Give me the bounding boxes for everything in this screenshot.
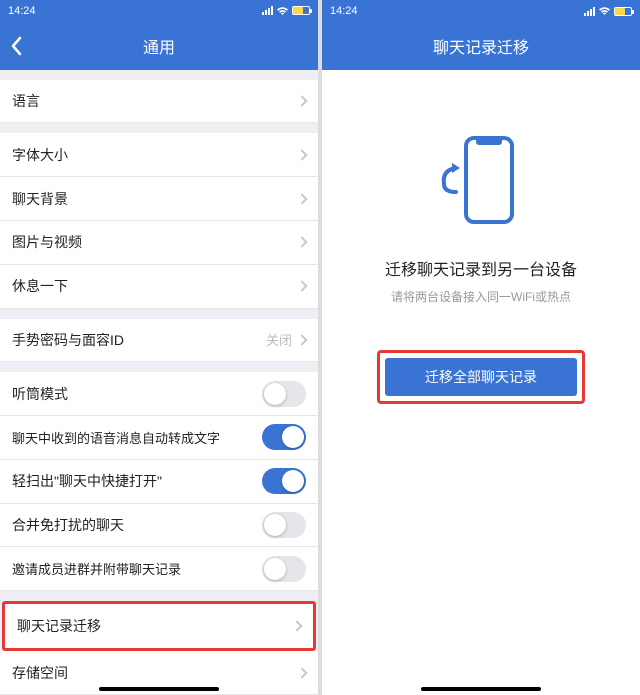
row-label: 字体大小	[12, 145, 68, 165]
row-value: 关闭	[266, 330, 292, 349]
toggle-auto-transcribe[interactable]	[262, 424, 306, 450]
wifi-icon	[276, 6, 289, 16]
migrate-heading: 迁移聊天记录到另一台设备	[385, 256, 577, 280]
chevron-right-icon	[296, 280, 307, 291]
row-chat-migration[interactable]: 聊天记录迁移	[5, 604, 313, 648]
chevron-right-icon	[296, 667, 307, 678]
row-font-size[interactable]: 字体大小	[0, 133, 318, 177]
row-invite-with-history: 邀请成员进群并附带聊天记录	[0, 547, 318, 591]
device-transfer-icon	[436, 130, 526, 230]
row-image-video[interactable]: 图片与视频	[0, 221, 318, 265]
row-receiver-mode: 听筒模式	[0, 372, 318, 416]
row-label: 聊天背景	[12, 189, 68, 209]
signal-icon	[262, 6, 273, 15]
status-bar: 14:24	[0, 0, 318, 22]
row-quick-open: 轻扫出"聊天中快捷打开"	[0, 460, 318, 504]
nav-header: 通用	[0, 22, 318, 70]
status-indicators	[584, 6, 632, 16]
battery-icon	[292, 6, 310, 15]
right-screenshot: 14:24 聊天记录迁移 迁移聊天记录到另一台设备 请将两台设备接入同一WiFi…	[322, 0, 640, 695]
row-label: 聊天记录迁移	[17, 616, 101, 636]
back-icon[interactable]	[10, 36, 22, 56]
wifi-icon	[598, 6, 611, 16]
battery-icon	[614, 7, 632, 16]
chevron-right-icon	[296, 334, 307, 345]
home-indicator	[421, 687, 541, 691]
chevron-right-icon	[291, 621, 302, 632]
row-merge-dnd: 合并免打扰的聊天	[0, 504, 318, 548]
migrate-subtitle: 请将两台设备接入同一WiFi或热点	[391, 288, 571, 305]
chevron-right-icon	[296, 95, 307, 106]
status-time: 14:24	[330, 5, 358, 17]
row-label: 图片与视频	[12, 232, 82, 252]
row-language[interactable]: 语言	[0, 80, 318, 124]
highlight-box: 聊天记录迁移	[2, 601, 316, 651]
row-label: 语言	[12, 91, 40, 111]
status-indicators	[262, 6, 310, 16]
toggle-quick-open[interactable]	[262, 468, 306, 494]
row-label: 手势密码与面容ID	[12, 330, 124, 350]
migrate-all-button[interactable]: 迁移全部聊天记录	[385, 358, 577, 396]
chevron-right-icon	[296, 237, 307, 248]
row-gesture-faceid[interactable]: 手势密码与面容ID 关闭	[0, 319, 318, 363]
row-label: 合并免打扰的聊天	[12, 515, 124, 535]
signal-icon	[584, 7, 595, 16]
toggle-invite-with-history[interactable]	[262, 556, 306, 582]
header-title: 聊天记录迁移	[433, 34, 529, 58]
home-indicator	[99, 687, 219, 691]
toggle-receiver-mode[interactable]	[262, 381, 306, 407]
status-time: 14:24	[8, 5, 36, 17]
row-label: 轻扫出"聊天中快捷打开"	[12, 471, 162, 491]
row-label: 听筒模式	[12, 384, 68, 404]
chevron-right-icon	[296, 193, 307, 204]
nav-header: 聊天记录迁移	[322, 22, 640, 70]
row-label: 邀请成员进群并附带聊天记录	[12, 559, 181, 578]
header-title: 通用	[143, 34, 175, 58]
toggle-merge-dnd[interactable]	[262, 512, 306, 538]
row-label: 休息一下	[12, 276, 68, 296]
row-rest[interactable]: 休息一下	[0, 265, 318, 309]
row-auto-transcribe: 聊天中收到的语音消息自动转成文字	[0, 416, 318, 460]
migrate-content: 迁移聊天记录到另一台设备 请将两台设备接入同一WiFi或热点 迁移全部聊天记录	[322, 70, 640, 695]
row-label: 聊天中收到的语音消息自动转成文字	[12, 428, 220, 447]
row-chat-background[interactable]: 聊天背景	[0, 177, 318, 221]
chevron-right-icon	[296, 149, 307, 160]
left-screenshot: 14:24 通用 语言 字体大小 聊天背景 图片与视频 休息一下 手势密码与面容…	[0, 0, 318, 695]
highlight-box: 迁移全部聊天记录	[377, 350, 585, 404]
status-bar: 14:24	[322, 0, 640, 22]
button-label: 迁移全部聊天记录	[425, 367, 537, 387]
row-label: 存储空间	[12, 663, 68, 683]
